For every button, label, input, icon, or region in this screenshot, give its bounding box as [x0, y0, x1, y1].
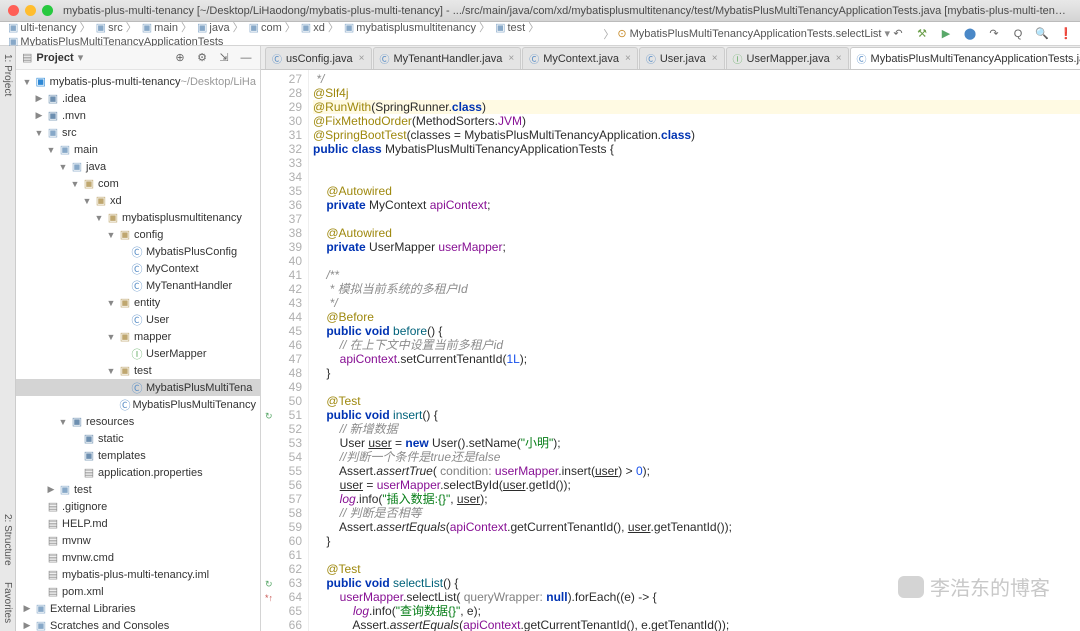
back-icon[interactable]: ↶	[890, 26, 906, 42]
editor-tabs: ⒸusConfig.java×ⒸMyTenantHandler.java×ⒸMy…	[261, 46, 1080, 70]
tree-row[interactable]: ▣static	[16, 430, 260, 447]
breadcrumb-item[interactable]: java	[209, 22, 229, 34]
tree-row[interactable]: ▤mvnw.cmd	[16, 549, 260, 566]
debug-icon[interactable]: ⬤	[962, 26, 978, 42]
editor-tab[interactable]: ⒸMybatisPlusMultiTenancyApplicationTests…	[850, 47, 1080, 69]
tree-row[interactable]: ▼▣main	[16, 141, 260, 158]
tree-row[interactable]: ▶▣External Libraries	[16, 600, 260, 617]
close-icon[interactable]: ×	[359, 53, 365, 64]
tree-row[interactable]: ▤pom.xml	[16, 583, 260, 600]
editor-tab[interactable]: ⒸMyContext.java×	[522, 47, 638, 69]
left-gutter: 1: Project 2: Structure Favorites	[0, 46, 16, 631]
tree-row[interactable]: ⒸMyTenantHandler	[16, 277, 260, 294]
find-icon[interactable]: 🔍	[1034, 26, 1050, 42]
breadcrumb-item[interactable]: xd	[313, 22, 325, 34]
tree-row[interactable]: ⒸMybatisPlusMultiTenancy	[16, 396, 260, 413]
breadcrumb-item[interactable]: test	[507, 22, 525, 34]
editor-tab[interactable]: ⒸUser.java×	[639, 47, 725, 69]
editor-tab[interactable]: ⒸusConfig.java×	[265, 47, 372, 69]
editor: ⒸusConfig.java×ⒸMyTenantHandler.java×ⒸMy…	[261, 46, 1080, 631]
panel-title: Project	[36, 52, 73, 64]
tab-favorites[interactable]: Favorites	[0, 574, 15, 631]
tree-row[interactable]: ▼▣entity	[16, 294, 260, 311]
tree-row[interactable]: ▤.gitignore	[16, 498, 260, 515]
panel-op-icon[interactable]: —	[238, 50, 254, 66]
editor-tab[interactable]: ⒸMyTenantHandler.java×	[373, 47, 522, 69]
tree-row[interactable]: ▼▣mybatisplusmultitenancy	[16, 209, 260, 226]
close-icon[interactable]: ×	[836, 53, 842, 64]
tree-row[interactable]: ⒸMyContext	[16, 260, 260, 277]
code-area[interactable]: 2728293031323334353637383940414243444546…	[261, 70, 1080, 631]
tree-row[interactable]: ▶▣Scratches and Consoles	[16, 617, 260, 631]
tree-row[interactable]: ▼▣java	[16, 158, 260, 175]
stop-icon[interactable]: ↷	[986, 26, 1002, 42]
breadcrumb-item[interactable]: mybatisplusmultitenancy	[356, 22, 476, 34]
tree-row[interactable]: ▣templates	[16, 447, 260, 464]
code-text[interactable]: */@Slf4j@RunWith(SpringRunner.class)@Fix…	[309, 70, 1080, 631]
tree-row[interactable]: ▼▣com	[16, 175, 260, 192]
tree-row[interactable]: ▼▣resources	[16, 413, 260, 430]
panel-op-icon[interactable]: ⚙	[194, 50, 210, 66]
tree-row[interactable]: ⒸMybatisPlusMultiTena	[16, 379, 260, 396]
hammer-icon[interactable]: ⚒	[914, 26, 930, 42]
zoom-icon[interactable]	[42, 5, 53, 16]
gutter: 2728293031323334353637383940414243444546…	[261, 70, 309, 631]
minimize-icon[interactable]	[25, 5, 36, 16]
tree-row[interactable]: ▤mvnw	[16, 532, 260, 549]
close-icon[interactable]: ×	[625, 53, 631, 64]
breadcrumb-method[interactable]: MybatisPlusMultiTenancyApplicationTests.…	[630, 28, 882, 40]
tree-row[interactable]: ▼▣config	[16, 226, 260, 243]
tree-row[interactable]: ▤application.properties	[16, 464, 260, 481]
editor-tab[interactable]: ⒾUserMapper.java×	[726, 47, 849, 69]
search-icon[interactable]: Q	[1010, 26, 1026, 42]
tree-row[interactable]: ⒸMybatisPlusConfig	[16, 243, 260, 260]
tree-row[interactable]: ▶▣.idea	[16, 90, 260, 107]
events-icon[interactable]: ❗	[1058, 26, 1074, 42]
breadcrumb-item[interactable]: com	[261, 22, 282, 34]
panel-header: ▤ Project ▾ ⊕⚙⇲—	[16, 46, 260, 70]
tree-row[interactable]: ▼▣xd	[16, 192, 260, 209]
breadcrumb: ▣ulti-tenancy〉▣src〉▣main〉▣java〉▣com〉▣xd〉…	[0, 22, 1080, 46]
close-icon[interactable]: ×	[712, 53, 718, 64]
window-controls	[8, 5, 53, 16]
run-icon[interactable]: ▶	[938, 26, 954, 42]
breadcrumb-item[interactable]: src	[108, 22, 123, 34]
breadcrumb-item[interactable]: main	[154, 22, 178, 34]
tree-row[interactable]: ⒸUser	[16, 311, 260, 328]
tab-structure[interactable]: 2: Structure	[0, 506, 15, 574]
tree-row[interactable]: ⒾUserMapper	[16, 345, 260, 362]
tree-row[interactable]: ▼▣mapper	[16, 328, 260, 345]
window-title: mybatis-plus-multi-tenancy [~/Desktop/Li…	[63, 5, 1072, 17]
close-icon[interactable]: ×	[508, 53, 514, 64]
tree-row[interactable]: ▼▣src	[16, 124, 260, 141]
tree-row[interactable]: ▼▣test	[16, 362, 260, 379]
close-icon[interactable]	[8, 5, 19, 16]
tree-row[interactable]: ▤HELP.md	[16, 515, 260, 532]
breadcrumb-item[interactable]: ulti-tenancy	[20, 22, 76, 34]
toolbar-right: ↶ ⚒ ▶ ⬤ ↷ Q 🔍 ❗	[890, 26, 1074, 42]
tab-project[interactable]: 1: Project	[0, 46, 15, 104]
tree-row[interactable]: ▼▣mybatis-plus-multi-tenancy ~/Desktop/L…	[16, 73, 260, 90]
panel-op-icon[interactable]: ⊕	[172, 50, 188, 66]
tree-row[interactable]: ▶▣test	[16, 481, 260, 498]
panel-op-icon[interactable]: ⇲	[216, 50, 232, 66]
project-panel: ▤ Project ▾ ⊕⚙⇲— ▼▣mybatis-plus-multi-te…	[16, 46, 261, 631]
project-tree[interactable]: ▼▣mybatis-plus-multi-tenancy ~/Desktop/L…	[16, 70, 260, 631]
tree-row[interactable]: ▶▣.mvn	[16, 107, 260, 124]
tree-row[interactable]: ▤mybatis-plus-multi-tenancy.iml	[16, 566, 260, 583]
